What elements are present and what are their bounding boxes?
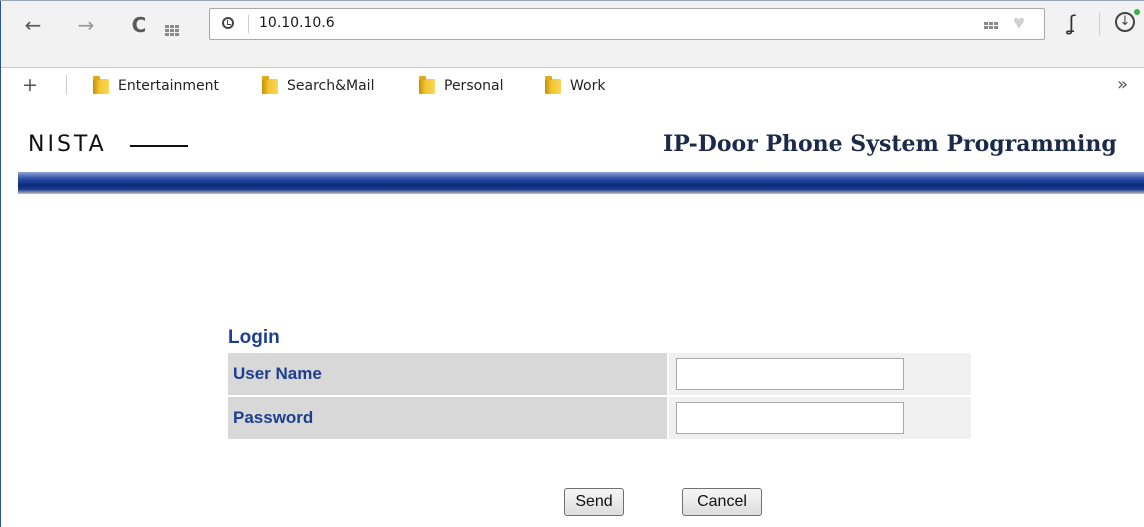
send-button[interactable]: Send (564, 488, 624, 516)
download-icon[interactable]: ↓ (1115, 12, 1135, 32)
folder-icon (545, 75, 561, 94)
folder-icon (419, 75, 435, 94)
logo-underline (130, 145, 188, 147)
heart-icon[interactable]: ♥ (1013, 12, 1025, 34)
toolbar-divider (1099, 12, 1100, 36)
bookmark-label: Personal (444, 78, 504, 94)
extension-icon[interactable]: ʆ (1062, 10, 1082, 36)
login-heading: Login (228, 327, 280, 348)
cancel-button[interactable]: Cancel (682, 488, 762, 516)
chevron-double-right-icon[interactable]: » (1117, 74, 1128, 95)
back-arrow-icon[interactable]: ← (20, 14, 46, 36)
bookmark-label: Work (570, 78, 606, 94)
bookmark-label: Search&Mail (287, 78, 375, 94)
bookmark-entertainment[interactable]: Entertainment (93, 75, 220, 96)
password-cell (669, 397, 971, 439)
bookmark-search-mail[interactable]: Search&Mail (262, 75, 375, 96)
forward-arrow-icon[interactable]: → (73, 14, 99, 36)
folder-icon (262, 75, 278, 94)
page-title: IP-Door Phone System Programming (663, 131, 1117, 157)
bookmark-personal[interactable]: Personal (419, 75, 504, 96)
reload-icon[interactable]: C (126, 14, 152, 36)
folder-icon (93, 75, 109, 94)
clock-icon[interactable] (222, 17, 234, 29)
window-border (0, 0, 1, 527)
bookmark-work[interactable]: Work (545, 75, 606, 96)
bookmark-label: Entertainment (118, 78, 220, 94)
address-bar[interactable]: 10.10.10.6 ♥ (209, 8, 1045, 40)
url-divider (248, 15, 249, 33)
username-cell (669, 353, 971, 395)
password-label: Password (228, 397, 667, 439)
url-text[interactable]: 10.10.10.6 (259, 15, 335, 31)
header-gradient-bar (18, 172, 1144, 194)
plus-icon[interactable]: + (22, 74, 38, 96)
nista-logo: NISTA (28, 132, 107, 157)
notification-dot (1134, 9, 1140, 15)
username-label: User Name (228, 353, 667, 395)
extension-grid-icon[interactable] (984, 22, 998, 29)
password-input[interactable] (676, 402, 904, 434)
apps-grid-icon[interactable] (165, 25, 179, 36)
bookmarks-divider (66, 75, 67, 95)
username-input[interactable] (676, 358, 904, 390)
